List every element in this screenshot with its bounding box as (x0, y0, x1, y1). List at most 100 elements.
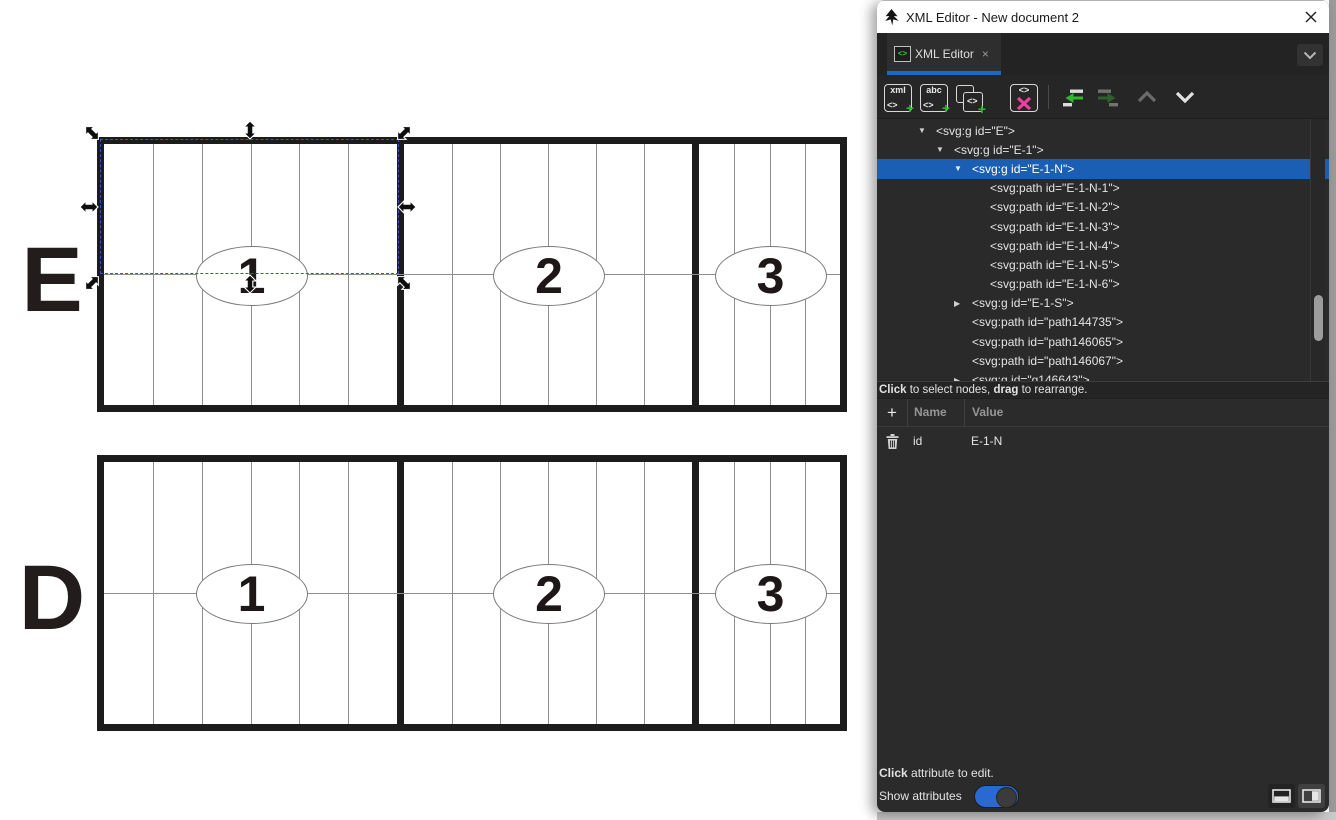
new-element-node-button[interactable]: xml <> + (884, 84, 912, 112)
hint-text: attribute to edit. (908, 766, 994, 780)
delete-node-button[interactable]: <> (1010, 84, 1038, 112)
xml-node-label: <svg:g id="E-1-S"> (972, 296, 1074, 310)
scale-handle-w[interactable] (78, 196, 100, 218)
expander-closed-icon[interactable]: ▶ (954, 299, 972, 308)
indent-node-button[interactable] (1096, 88, 1124, 116)
new-text-node-icon: abc <> + (920, 84, 948, 112)
column-line (153, 462, 154, 724)
xml-node-label: <svg:path id="E-1-N-5"> (990, 258, 1120, 272)
unindent-node-icon (1061, 88, 1085, 108)
section-ellipse-D-2[interactable]: 2 (493, 564, 605, 624)
dialog-title: XML Editor - New document 2 (906, 10, 1079, 25)
scale-handle-s[interactable] (239, 273, 261, 295)
xml-tree-node[interactable]: <svg:path id="E-1-N-5"> (877, 255, 1329, 274)
dialog-tabbar: <> XML Editor × (877, 33, 1329, 75)
chevron-up-icon (1135, 88, 1159, 106)
new-text-node-button[interactable]: abc <> + (920, 84, 948, 112)
attributes-header: + Name Value (877, 398, 1329, 427)
xml-tree-node[interactable]: <svg:path id="E-1-N-6"> (877, 275, 1329, 294)
section-number-label: 3 (757, 251, 785, 301)
xml-tree-node[interactable]: <svg:path id="E-1-N-3"> (877, 217, 1329, 236)
xml-tree-node[interactable]: ▶<svg:g id="E-1-S"> (877, 294, 1329, 313)
xml-tree-node[interactable]: ▼<svg:g id="E-1-N"> (877, 159, 1329, 178)
column-line (452, 462, 453, 724)
xml-tree-node[interactable]: ▼<svg:g id="E-1"> (877, 140, 1329, 159)
selection-bounding-box[interactable] (100, 139, 399, 274)
duplicate-node-button[interactable]: <> + (955, 84, 983, 112)
attr-name-header: Name (907, 399, 964, 426)
xml-node-label: <svg:g id="E-1-N"> (972, 162, 1074, 176)
attr-value-header: Value (964, 399, 1329, 426)
tab-label: XML Editor (915, 47, 974, 61)
xml-node-label: <svg:path id="E-1-N-1"> (990, 181, 1120, 195)
xml-editor-dialog: XML Editor - New document 2 <> XML Edito… (877, 0, 1329, 812)
xml-toolbar: xml <> + abc <> + <> + <> (877, 75, 1329, 119)
section-ellipse-E-2[interactable]: 2 (493, 246, 605, 306)
attribute-name[interactable]: id (907, 434, 964, 448)
scale-handle-n[interactable] (239, 119, 261, 141)
section-ellipse-D-3[interactable]: 3 (715, 564, 827, 624)
xml-tree-node[interactable]: ▶<svg:g id="g146643"> (877, 370, 1329, 381)
xml-node-label: <svg:path id="path146065"> (972, 335, 1123, 349)
column-line (348, 462, 349, 724)
hint-bold-word: Click (879, 766, 908, 780)
add-attribute-button[interactable]: + (877, 404, 907, 421)
section-number-label: 1 (238, 569, 266, 619)
xml-node-tree[interactable]: ▼<svg:g id="E">▼<svg:g id="E-1">▼<svg:g … (877, 119, 1329, 381)
xml-tab-icon: <> (894, 46, 911, 62)
xml-node-label: <svg:g id="g146643"> (972, 373, 1090, 381)
screen: { "window": { "title": "XML Editor - New… (0, 0, 1336, 820)
column-line (644, 462, 645, 724)
attribute-value[interactable]: E-1-N (964, 434, 1329, 448)
layout-horizontal-button[interactable] (1268, 784, 1295, 808)
xml-tree-node[interactable]: <svg:path id="E-1-N-1"> (877, 179, 1329, 198)
unindent-node-button[interactable] (1061, 88, 1089, 116)
expander-open-icon[interactable]: ▼ (954, 164, 972, 173)
tab-close-icon[interactable]: × (982, 47, 989, 61)
drawing-canvas[interactable]: 123E123D (0, 0, 877, 820)
row-letter-D[interactable]: D (12, 552, 92, 644)
toolbar-separator (1048, 85, 1049, 109)
tree-scrollbar-track[interactable] (1310, 119, 1325, 381)
section-ellipse-E-3[interactable]: 3 (715, 246, 827, 306)
backdrop-right (1329, 0, 1336, 820)
xml-tree-node[interactable]: <svg:path id="E-1-N-2"> (877, 198, 1329, 217)
delete-attribute-button[interactable] (877, 434, 907, 449)
xml-tree-node[interactable]: <svg:path id="E-1-N-4"> (877, 236, 1329, 255)
hint-bold-word: drag (993, 384, 1018, 396)
expander-open-icon[interactable]: ▼ (936, 145, 954, 154)
show-attributes-toggle[interactable] (974, 785, 1019, 808)
chevron-down-icon (1173, 88, 1197, 106)
xml-tree-node[interactable]: <svg:path id="path144735"> (877, 313, 1329, 332)
move-node-down-button[interactable] (1173, 88, 1201, 116)
panel-layout-buttons (1268, 784, 1325, 808)
scale-handle-e[interactable] (396, 196, 418, 218)
layout-vertical-button[interactable] (1298, 784, 1325, 808)
vertical-split-icon (1302, 789, 1321, 803)
tabbar-menu-button[interactable] (1297, 44, 1323, 66)
xml-tree-node[interactable]: <svg:path id="path146065"> (877, 332, 1329, 351)
attribute-edit-hint: Click attribute to edit. (879, 766, 994, 780)
hint-text: to rearrange. (1018, 384, 1087, 396)
xml-node-label: <svg:path id="E-1-N-6"> (990, 277, 1120, 291)
backdrop-bottom (877, 812, 1336, 820)
section-number-label: 2 (535, 569, 563, 619)
section-ellipse-D-1[interactable]: 1 (196, 564, 308, 624)
xml-node-label: <svg:path id="E-1-N-4"> (990, 239, 1120, 253)
move-node-up-button[interactable] (1135, 88, 1163, 116)
xml-node-label: <svg:g id="E-1"> (954, 143, 1044, 157)
chevron-down-icon (1303, 51, 1317, 60)
horizontal-split-icon (1272, 789, 1291, 803)
attribute-row[interactable]: idE-1-N (877, 427, 1329, 455)
tab-xml-editor[interactable]: <> XML Editor × (887, 33, 1001, 75)
xml-tree-node[interactable]: ▼<svg:g id="E"> (877, 121, 1329, 140)
tree-scrollbar-thumb[interactable] (1314, 295, 1323, 341)
delete-node-icon: <> (1010, 84, 1038, 112)
section-number-label: 2 (535, 251, 563, 301)
dialog-close-icon[interactable] (1303, 9, 1319, 25)
xml-node-label: <svg:path id="path144735"> (972, 315, 1123, 329)
expander-open-icon[interactable]: ▼ (918, 126, 936, 135)
dialog-titlebar[interactable]: XML Editor - New document 2 (877, 0, 1329, 33)
section-number-label: 3 (757, 569, 785, 619)
xml-tree-node[interactable]: <svg:path id="path146067"> (877, 351, 1329, 370)
